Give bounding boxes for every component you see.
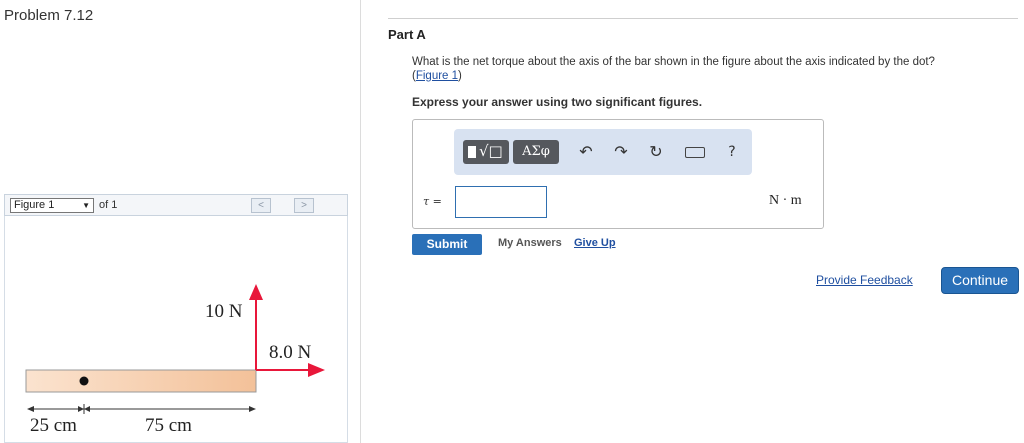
next-figure-button[interactable]: >	[294, 198, 314, 213]
figure-panel: 10 N 8.0 N 25 cm 75 cm	[4, 216, 348, 443]
torque-diagram: 10 N 8.0 N 25 cm 75 cm	[25, 284, 325, 436]
right-pane: Part A What is the net torque about the …	[361, 0, 1024, 443]
dimension-arrow-right	[249, 406, 256, 412]
reset-icon[interactable]: ↻	[644, 140, 668, 164]
question-text: What is the net torque about the axis of…	[412, 56, 935, 82]
force-up-arrow-head	[249, 284, 263, 300]
figure-select-value: Figure 1	[14, 199, 55, 211]
dimension-arrow-mid-right	[84, 406, 90, 412]
dimension-left-label: 25 cm	[30, 415, 77, 436]
divider	[388, 18, 1018, 19]
dimension-arrow-left	[27, 406, 34, 412]
redo-icon[interactable]: ↷	[609, 140, 633, 164]
answer-input[interactable]	[455, 186, 547, 218]
previous-figure-button[interactable]: <	[251, 198, 271, 213]
dimension-arrow-mid-left	[78, 406, 84, 412]
figure-navigation: Figure 1 ▼ of 1 < >	[4, 194, 348, 216]
provide-feedback-link[interactable]: Provide Feedback	[816, 273, 913, 287]
greek-symbols-button[interactable]: ΑΣφ	[513, 140, 559, 164]
template-sqrt-icon[interactable]: √□	[463, 140, 509, 164]
my-answers-label: My Answers	[498, 237, 562, 249]
answer-unit-label: N · m	[769, 193, 802, 208]
axis-dot	[79, 376, 89, 386]
give-up-link[interactable]: Give Up	[574, 237, 616, 249]
keyboard-icon[interactable]	[684, 140, 708, 164]
left-pane: Problem 7.12 Figure 1 ▼ of 1 < > 10 N 8.…	[0, 0, 361, 443]
bar	[25, 369, 257, 393]
force-right-label: 8.0 N	[269, 342, 312, 363]
figure-link[interactable]: Figure 1	[416, 70, 458, 82]
submit-button[interactable]: Submit	[412, 234, 482, 255]
answer-variable-label: τ =	[423, 195, 442, 208]
undo-icon[interactable]: ↶	[574, 140, 598, 164]
instruction-text: Express your answer using two significan…	[412, 95, 703, 109]
figure-select[interactable]: Figure 1 ▼	[10, 198, 94, 213]
problem-title: Problem 7.12	[4, 7, 94, 24]
force-up-label: 10 N	[205, 301, 243, 322]
chevron-down-icon: ▼	[82, 201, 90, 210]
dimension-right-label: 75 cm	[145, 415, 192, 436]
help-icon[interactable]: ?	[720, 140, 744, 164]
continue-button[interactable]: Continue	[941, 267, 1019, 294]
part-label: Part A	[388, 27, 426, 42]
math-toolbar: √□ ΑΣφ ↶ ↷ ↻ ?	[454, 129, 752, 175]
force-right-arrow-head	[308, 363, 325, 377]
answer-box: √□ ΑΣφ ↶ ↷ ↻ ? τ = N · m	[412, 119, 824, 229]
question-body: What is the net torque about the axis of…	[412, 56, 935, 68]
figure-count: of 1	[99, 199, 118, 211]
